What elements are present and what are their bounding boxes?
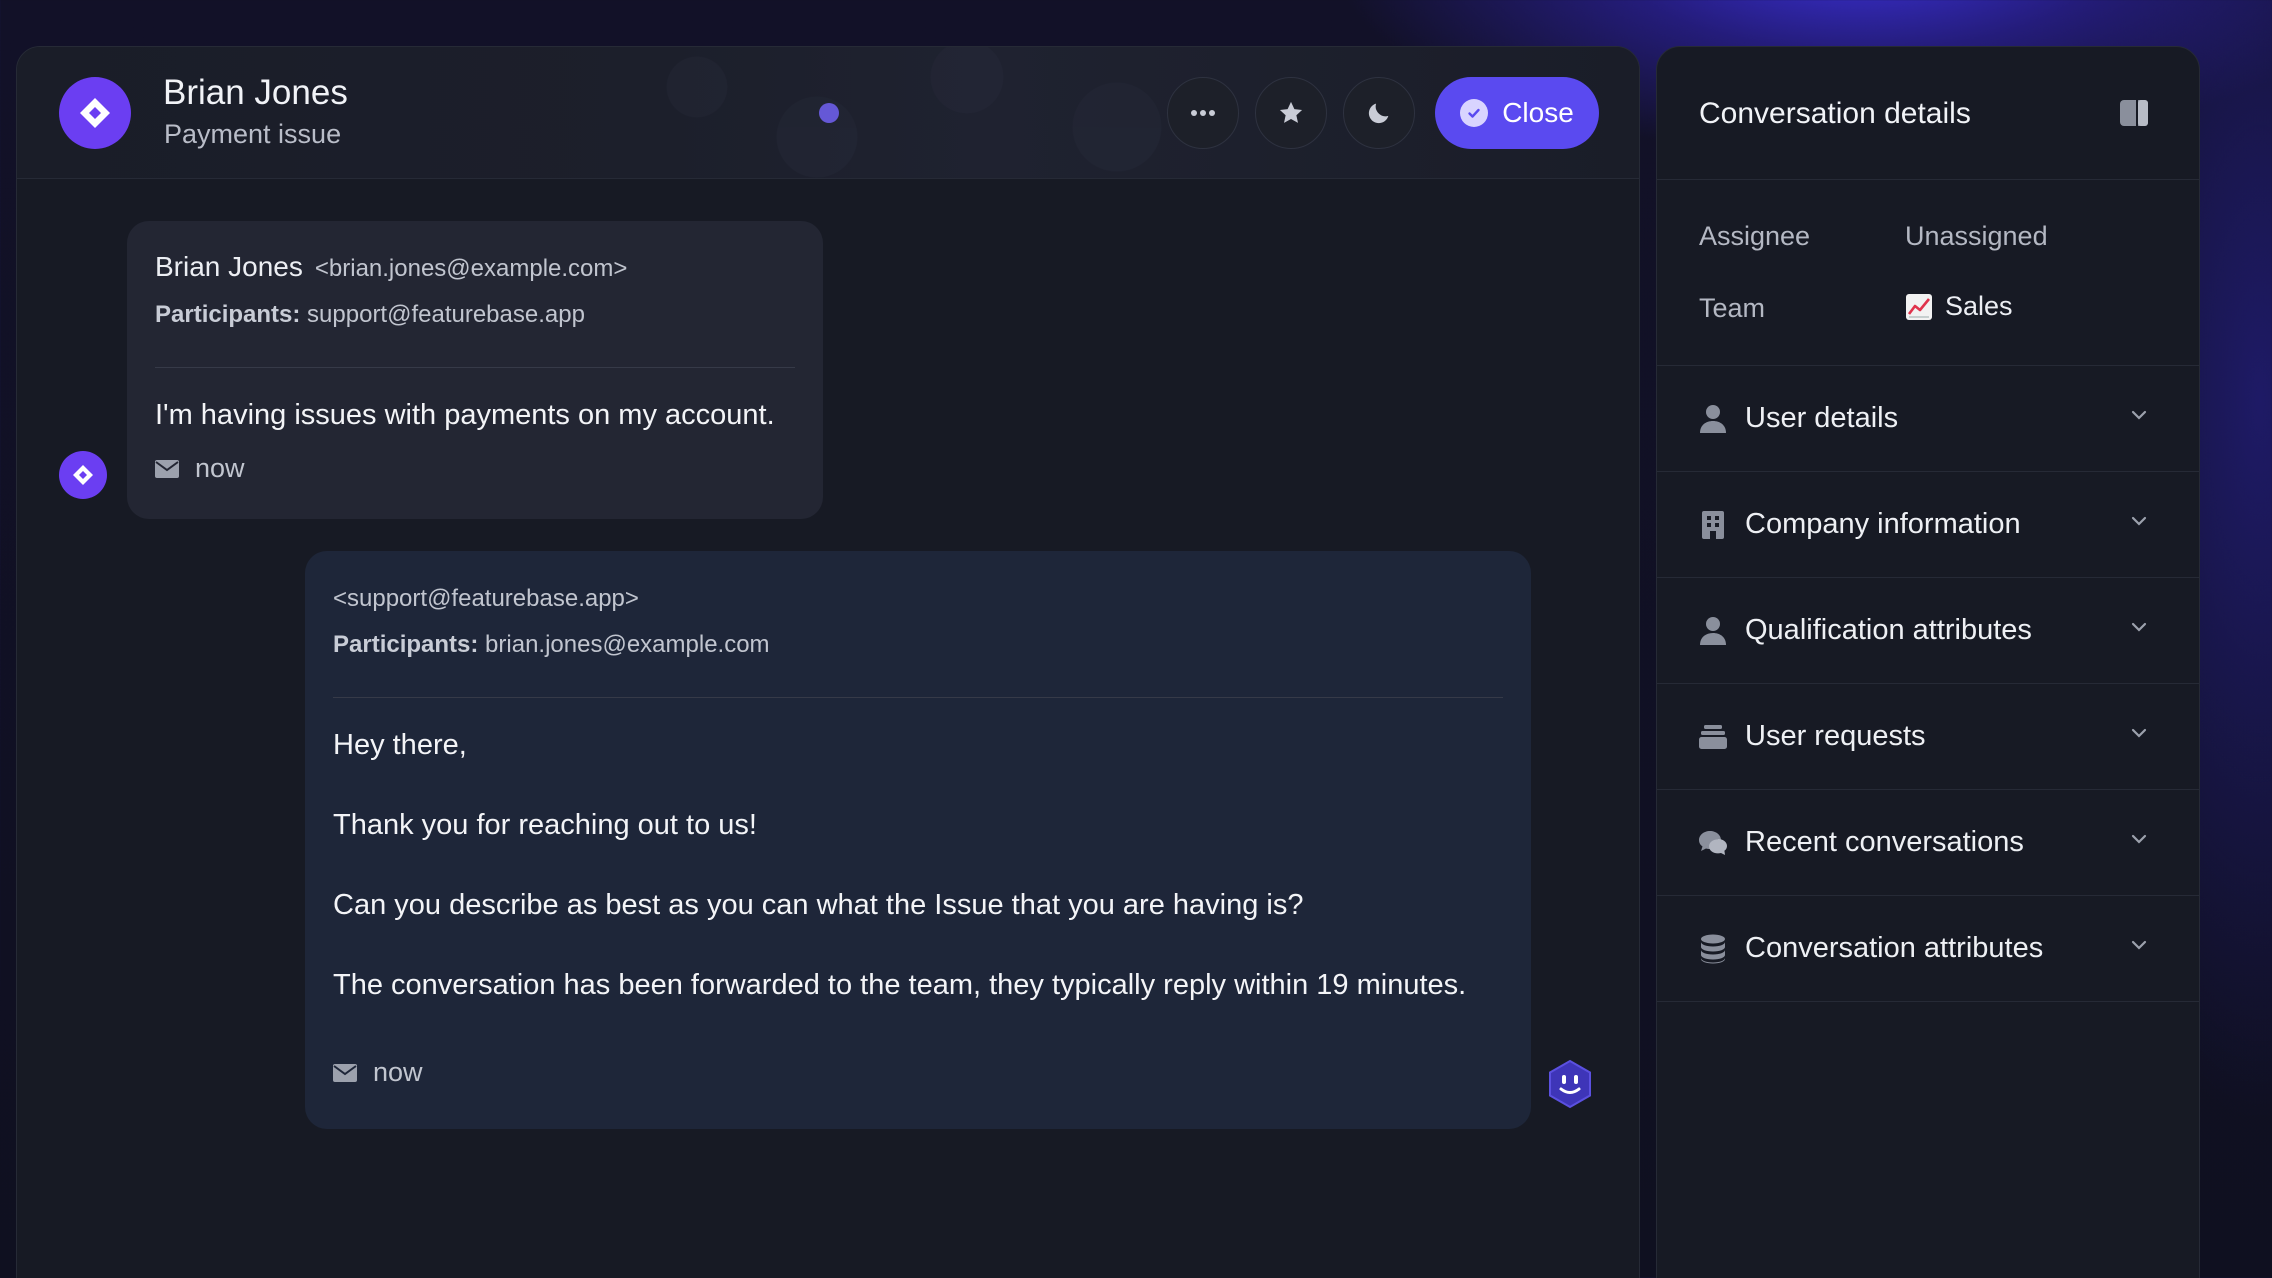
section-user-requests[interactable]: User requests xyxy=(1657,684,2199,790)
participants-label: Participants: xyxy=(333,631,479,658)
featurebase-logo-icon xyxy=(73,465,93,485)
presence-indicator xyxy=(819,103,839,123)
message-divider xyxy=(333,697,1503,698)
message-meta: now xyxy=(333,1057,423,1088)
chevron-down-icon xyxy=(2131,834,2147,844)
assignee-value[interactable]: Unassigned xyxy=(1905,221,2048,252)
team-label: Team xyxy=(1699,293,1766,323)
toggle-sidebar-icon[interactable] xyxy=(2119,99,2149,127)
message-body-line: I'm having issues with payments on my ac… xyxy=(155,399,775,431)
user-icon xyxy=(1697,615,1729,647)
star-button[interactable] xyxy=(1255,77,1327,149)
conversation-details-panel: Conversation details Assignee Unassigned… xyxy=(1656,46,2200,1278)
header-world-map-background xyxy=(637,47,1237,179)
chevron-down-icon xyxy=(2131,728,2147,738)
close-button-label: Close xyxy=(1502,97,1574,128)
section-label: Recent conversations xyxy=(1745,826,2024,858)
section-label: Conversation attributes xyxy=(1745,932,2044,964)
chevron-down-icon xyxy=(2131,940,2147,950)
sender-avatar[interactable] xyxy=(59,451,107,499)
details-title: Conversation details xyxy=(1699,97,1971,130)
sender-name: Brian Jones xyxy=(155,251,303,282)
chat-bubbles-icon xyxy=(1697,827,1729,859)
conversation-header: Brian Jones Payment issue Close xyxy=(17,47,1639,179)
participants-value: brian.jones@example.com xyxy=(485,631,770,658)
message-meta: now xyxy=(155,453,245,484)
close-conversation-button[interactable]: Close xyxy=(1435,77,1599,149)
message-divider xyxy=(155,367,795,368)
message-participants: Participants: support@featurebase.app xyxy=(155,301,585,329)
section-recent-conversations[interactable]: Recent conversations xyxy=(1657,790,2199,896)
chart-increasing-icon xyxy=(1906,293,1932,320)
message-time: now xyxy=(195,453,245,483)
incoming-message: Brian Jones <brian.jones@example.com> Par… xyxy=(127,221,823,519)
message-time: now xyxy=(373,1057,423,1087)
envelope-icon xyxy=(155,459,179,478)
more-options-button[interactable] xyxy=(1167,77,1239,149)
team-value[interactable]: Sales xyxy=(1905,291,2013,322)
moon-icon xyxy=(1368,103,1389,124)
contact-name[interactable]: Brian Jones xyxy=(163,73,348,113)
chevron-down-icon xyxy=(2131,516,2147,526)
user-icon xyxy=(1697,403,1729,435)
bot-avatar-icon[interactable] xyxy=(1545,1059,1595,1109)
database-icon xyxy=(1697,933,1729,965)
participants-label: Participants: xyxy=(155,301,301,328)
section-company-information[interactable]: Company information xyxy=(1657,472,2199,578)
section-label: Qualification attributes xyxy=(1745,614,2032,646)
message-body-line: Hey there, xyxy=(333,729,467,761)
snooze-button[interactable] xyxy=(1343,77,1415,149)
inbox-icon xyxy=(1697,721,1729,753)
message-body-line: Thank you for reaching out to us! xyxy=(333,809,757,841)
outgoing-message: <support@featurebase.app> Participants: … xyxy=(305,551,1531,1129)
section-label: User requests xyxy=(1745,720,1926,752)
message-participants: Participants: brian.jones@example.com xyxy=(333,631,770,659)
conversation-panel: Brian Jones Payment issue Close Brian Jo… xyxy=(16,46,1640,1278)
conversation-subject: Payment issue xyxy=(164,119,342,149)
check-circle-icon xyxy=(1460,99,1489,127)
message-from: Brian Jones <brian.jones@example.com> xyxy=(155,251,627,283)
sender-email: <brian.jones@example.com> xyxy=(314,255,628,282)
team-name: Sales xyxy=(1945,291,2013,321)
section-label: User details xyxy=(1745,402,1899,434)
star-icon xyxy=(1279,101,1303,123)
assignee-label: Assignee xyxy=(1699,221,1811,251)
chevron-down-icon xyxy=(2131,622,2147,632)
message-body-line: The conversation has been forwarded to t… xyxy=(333,969,1467,1001)
details-divider xyxy=(1657,179,2199,180)
sender-email: <support@featurebase.app> xyxy=(333,585,639,612)
section-label: Company information xyxy=(1745,508,2021,540)
participants-value: support@featurebase.app xyxy=(307,301,585,328)
section-conversation-attributes[interactable]: Conversation attributes xyxy=(1657,896,2199,1002)
more-horizontal-icon xyxy=(1191,110,1215,116)
section-qualification-attributes[interactable]: Qualification attributes xyxy=(1657,578,2199,684)
envelope-icon xyxy=(333,1063,357,1082)
contact-avatar[interactable] xyxy=(59,77,131,149)
building-icon xyxy=(1697,509,1729,541)
section-user-details[interactable]: User details xyxy=(1657,366,2199,472)
chevron-down-icon xyxy=(2131,410,2147,420)
featurebase-logo-icon xyxy=(80,98,110,128)
message-body-line: Can you describe as best as you can what… xyxy=(333,889,1304,921)
message-from: <support@featurebase.app> xyxy=(333,581,639,613)
